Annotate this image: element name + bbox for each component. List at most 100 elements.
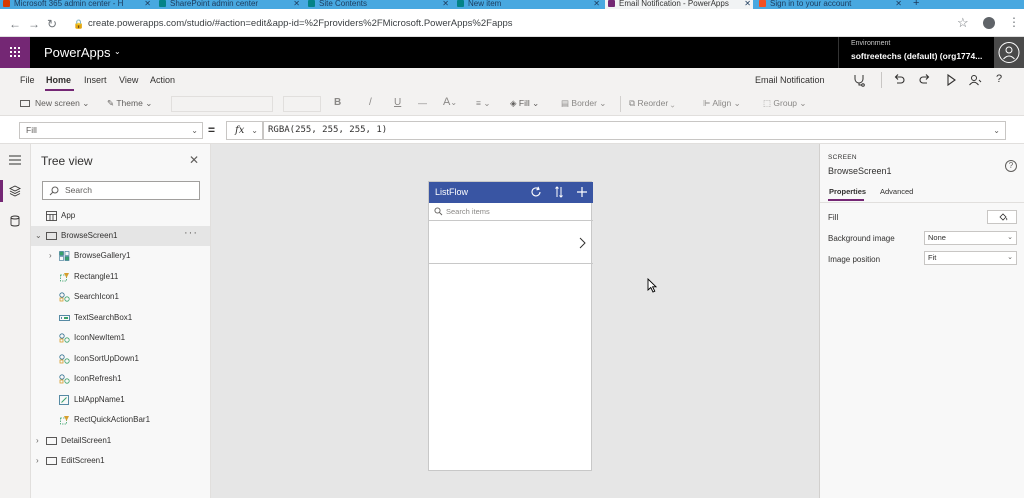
play-icon[interactable]	[944, 73, 958, 87]
more-options-icon[interactable]: ···	[184, 223, 198, 243]
close-tab-icon[interactable]: ✕	[593, 0, 600, 8]
align-icon: ⊫	[703, 98, 711, 108]
font-color-button[interactable]: A⌄	[443, 96, 457, 108]
design-canvas[interactable]: ListFlow Search items	[211, 144, 819, 498]
chevron-right-icon[interactable]: ›	[36, 451, 39, 471]
chevron-down-icon[interactable]: ⌄	[114, 47, 121, 56]
close-tab-icon[interactable]: ✕	[442, 0, 449, 8]
env-label: Environment	[851, 40, 891, 47]
chevron-right-icon[interactable]: ›	[49, 246, 52, 266]
sort-up-down-icon[interactable]	[552, 185, 566, 199]
share-icon[interactable]	[968, 73, 982, 87]
close-icon[interactable]: ✕	[189, 153, 199, 167]
undo-icon[interactable]	[892, 73, 906, 87]
new-tab-button[interactable]: +	[909, 0, 929, 9]
browser-tab[interactable]: Microsoft 365 admin center - H ✕	[0, 0, 153, 9]
fx-label: fx	[235, 125, 245, 136]
tree-node-editscreen1[interactable]: › EditScreen1	[31, 451, 210, 471]
tree-node-rectangle11[interactable]: Rectangle11	[31, 267, 210, 287]
image-position-dropdown[interactable]: Fit ⌄	[924, 251, 1017, 265]
font-family-select[interactable]	[171, 96, 273, 112]
strikethrough-button[interactable]: —	[418, 98, 427, 108]
add-icon[interactable]	[575, 185, 589, 199]
close-tab-icon[interactable]: ✕	[293, 0, 300, 8]
browser-tab[interactable]: SharePoint admin center ✕	[156, 0, 302, 9]
browser-tab-active[interactable]: Email Notification - PowerApps ✕	[605, 0, 753, 9]
expand-formula-icon[interactable]: ⌄	[993, 122, 1000, 139]
tree-node-iconsortupdown1[interactable]: IconSortUpDown1	[31, 349, 210, 369]
new-screen-button[interactable]: New screen ⌄	[20, 98, 89, 109]
background-image-dropdown[interactable]: None ⌄	[924, 231, 1017, 245]
bold-button[interactable]: B	[334, 97, 341, 108]
browser-tab[interactable]: New item ✕	[454, 0, 602, 9]
app-screen-preview[interactable]: ListFlow Search items	[428, 181, 593, 471]
office-icon	[3, 0, 10, 7]
forward-icon[interactable]: →	[28, 17, 40, 31]
tree-node-lblappname1[interactable]: LblAppName1	[31, 390, 210, 410]
tree-node-browsegallery1[interactable]: › BrowseGallery1	[31, 246, 210, 266]
group-button[interactable]: ⬚ Group ⌄	[763, 98, 807, 109]
back-icon[interactable]: ←	[9, 17, 21, 31]
app-search-input[interactable]: Search items	[429, 203, 593, 221]
menu-home[interactable]: Home	[46, 75, 71, 85]
theme-button[interactable]: ✎ Theme ⌄	[107, 98, 152, 109]
label-icon	[59, 395, 69, 405]
tree-node-detailscreen1[interactable]: › DetailScreen1	[31, 431, 210, 451]
tree-node-textsearchbox1[interactable]: TextSearchBox1	[31, 308, 210, 328]
tree-node-browsescreen1[interactable]: ⌄ BrowseScreen1 ···	[31, 226, 210, 246]
reorder-button[interactable]: ⧉ Reorder ⌄	[629, 98, 675, 109]
icon-control-icon	[59, 333, 70, 343]
app-title-label[interactable]: ListFlow	[435, 187, 468, 197]
chevron-down-icon[interactable]: ⌄	[35, 226, 42, 246]
browser-tab[interactable]: Sign in to your account ✕	[756, 0, 904, 9]
browser-tab[interactable]: Site Contents ✕	[305, 0, 451, 9]
tree-search-input[interactable]: Search	[42, 181, 200, 200]
app-launcher-icon[interactable]	[0, 37, 30, 68]
redo-icon[interactable]	[918, 73, 932, 87]
tree-node-iconrefresh1[interactable]: IconRefresh1	[31, 369, 210, 389]
refresh-icon[interactable]	[529, 185, 543, 199]
tab-properties[interactable]: Properties	[829, 187, 866, 196]
menu-insert[interactable]: Insert	[84, 75, 107, 85]
close-tab-icon[interactable]: ✕	[144, 0, 151, 8]
browser-menu-icon[interactable]: ⋮	[1008, 15, 1020, 29]
tree-node-rectquickactionbar1[interactable]: RectQuickActionBar1	[31, 410, 210, 430]
menu-view[interactable]: View	[119, 75, 138, 85]
data-sources-icon[interactable]	[9, 215, 21, 227]
text-align-button[interactable]: ≡ ⌄	[476, 98, 490, 109]
font-size-select[interactable]	[283, 96, 321, 112]
close-tab-icon[interactable]: ✕	[744, 0, 751, 8]
gallery-item[interactable]	[429, 222, 593, 264]
fill-button[interactable]: ◈ Fill ⌄	[510, 98, 539, 109]
menu-action[interactable]: Action	[150, 75, 175, 85]
app-header-bar[interactable]: ListFlow	[429, 182, 593, 203]
hamburger-icon[interactable]	[8, 154, 22, 166]
help-icon[interactable]: ?	[1005, 160, 1017, 172]
tree-node-searchicon1[interactable]: SearchIcon1	[31, 287, 210, 307]
chevron-right-icon[interactable]: ›	[36, 431, 39, 451]
chevron-right-icon[interactable]	[578, 237, 586, 249]
environment-picker[interactable]: Environment softreetechs (default) (org1…	[838, 37, 994, 68]
url-field[interactable]: 🔒 create.powerapps.com/studio/#action=ed…	[66, 13, 1010, 34]
fill-color-picker[interactable]	[987, 210, 1017, 224]
help-icon[interactable]: ?	[996, 73, 1002, 85]
formula-input[interactable]: RGBA(255, 255, 255, 1) ⌄	[263, 121, 1006, 140]
fx-button[interactable]: fx ⌄	[226, 121, 263, 140]
reload-icon[interactable]: ↻	[47, 17, 57, 31]
border-button[interactable]: ▤ Border ⌄	[561, 98, 606, 109]
tree-node-iconnewitem1[interactable]: IconNewItem1	[31, 328, 210, 348]
bookmark-star-icon[interactable]: ☆	[957, 15, 969, 31]
app-checker-icon[interactable]	[852, 73, 866, 87]
product-name[interactable]: PowerApps	[44, 45, 110, 60]
user-avatar[interactable]	[994, 37, 1024, 68]
menu-file[interactable]: File	[20, 75, 35, 85]
underline-button[interactable]: U	[394, 97, 401, 108]
align-button[interactable]: ⊫ Align ⌄	[703, 98, 741, 109]
property-dropdown[interactable]: Fill ⌄	[19, 122, 203, 139]
powerapps-header: PowerApps ⌄ Environment softreetechs (de…	[0, 37, 1024, 68]
profile-icon[interactable]	[983, 17, 995, 29]
close-tab-icon[interactable]: ✕	[895, 0, 902, 8]
tab-advanced[interactable]: Advanced	[880, 187, 913, 196]
italic-button[interactable]: /	[369, 97, 372, 108]
tree-view-icon[interactable]	[9, 185, 21, 197]
